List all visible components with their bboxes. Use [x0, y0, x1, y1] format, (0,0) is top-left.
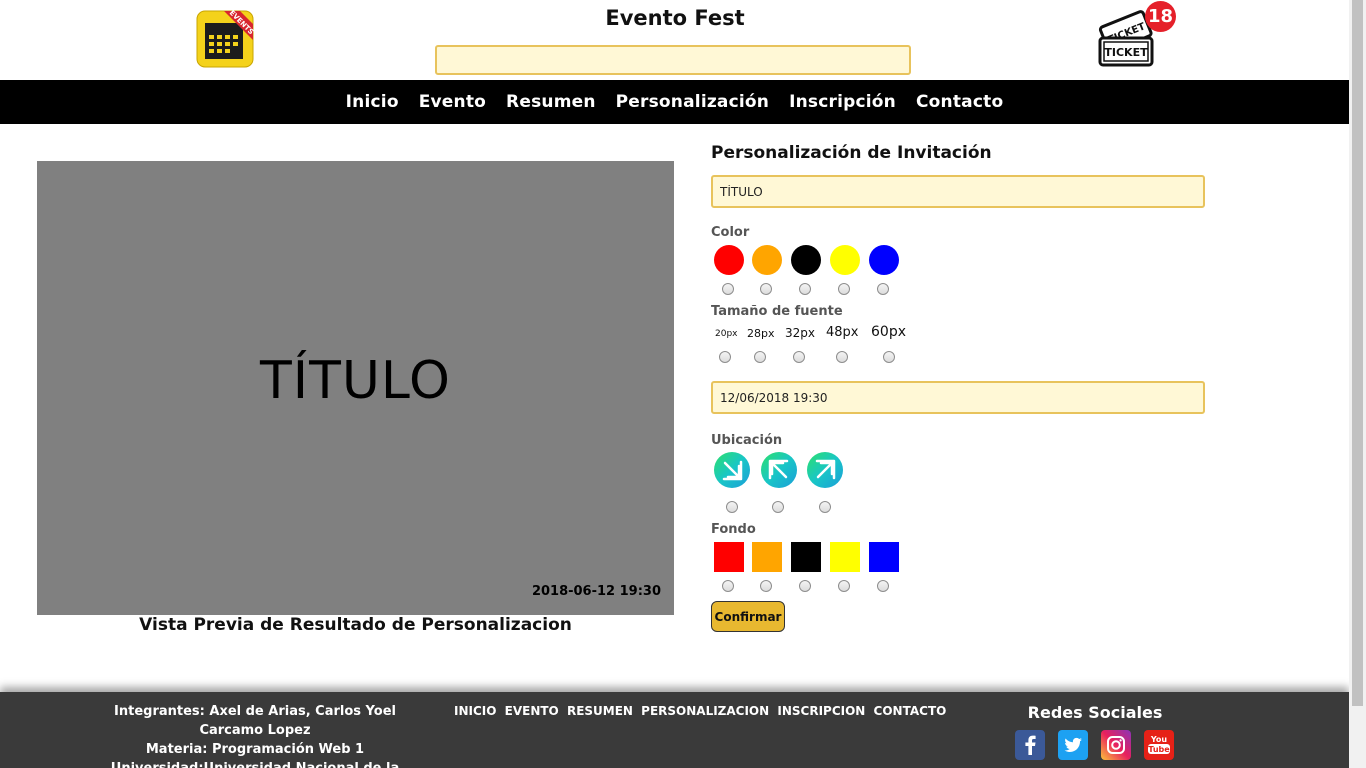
footer-link-personalizacion[interactable]: PERSONALIZACION [641, 704, 769, 718]
font-size-radio-20[interactable] [719, 351, 731, 363]
facebook-icon[interactable] [1015, 730, 1045, 760]
font-size-option-32: 32px [785, 326, 815, 340]
color-radio-blue[interactable] [877, 283, 889, 295]
background-radio-yellow[interactable] [838, 580, 850, 592]
location-radio-bottom-right[interactable] [726, 501, 738, 513]
nav-evento[interactable]: Evento [419, 92, 486, 112]
footer-university: Universidad:Universidad Nacional de la M… [84, 759, 426, 768]
twitter-icon[interactable] [1058, 730, 1088, 760]
preview-title: TÍTULO [260, 351, 451, 411]
background-radio-red[interactable] [722, 580, 734, 592]
invitation-preview: TÍTULO 2018-06-12 19:30 [37, 161, 674, 615]
font-size-radio-60[interactable] [883, 351, 895, 363]
location-radio-top-right[interactable] [819, 501, 831, 513]
footer-link-evento[interactable]: EVENTO [505, 704, 559, 718]
background-radio-black[interactable] [799, 580, 811, 592]
page: EVENTS Evento Fest TICKET TICKET 18 Inic… [0, 0, 1349, 768]
footer-members: Integrantes: Axel de Arias, Carlos Yoel … [114, 704, 396, 738]
arrow-down-right-icon [714, 452, 750, 488]
footer-link-inicio[interactable]: INICIO [454, 704, 496, 718]
footer-subject: Materia: Programación Web 1 [145, 742, 365, 757]
background-swatch-yellow [830, 542, 860, 572]
arrow-up-left-icon [761, 452, 797, 488]
title-input[interactable] [711, 175, 1205, 208]
color-swatch-orange [752, 245, 782, 275]
search-input[interactable] [435, 45, 911, 75]
nav-inscripcion[interactable]: Inscripción [789, 92, 896, 112]
nav-personalizacion[interactable]: Personalización [616, 92, 769, 112]
confirm-button[interactable]: Confirmar [711, 601, 785, 632]
background-swatch-blue [869, 542, 899, 572]
location-label: Ubicación [711, 433, 783, 448]
color-radio-red[interactable] [722, 283, 734, 295]
font-size-label: Tamaño de fuente [711, 304, 843, 319]
nav-inicio[interactable]: Inicio [346, 92, 399, 112]
background-label: Fondo [711, 522, 756, 537]
color-radio-yellow[interactable] [838, 283, 850, 295]
footer-link-contacto[interactable]: CONTACTO [874, 704, 947, 718]
font-size-radio-28[interactable] [754, 351, 766, 363]
social-title: Redes Sociales [1027, 703, 1163, 722]
footer-info: Integrantes: Axel de Arias, Carlos Yoel … [84, 702, 426, 768]
footer-link-inscripcion[interactable]: INSCRIPCION [777, 704, 865, 718]
color-swatch-red [714, 245, 744, 275]
ticket-text-bottom: TICKET [1104, 46, 1148, 59]
location-radio-top-left[interactable] [772, 501, 784, 513]
color-radio-black[interactable] [799, 283, 811, 295]
preview-caption: Vista Previa de Resultado de Personaliza… [139, 615, 572, 635]
color-swatch-yellow [830, 245, 860, 275]
font-size-option-20: 20px [715, 329, 738, 339]
youtube-icon[interactable]: You Tube [1144, 730, 1174, 760]
footer-link-resumen[interactable]: RESUMEN [567, 704, 633, 718]
ticket-count-badge: 18 [1145, 1, 1176, 32]
instagram-icon[interactable] [1101, 730, 1131, 760]
font-size-radio-48[interactable] [836, 351, 848, 363]
font-size-option-28: 28px [747, 327, 775, 340]
datetime-input[interactable] [711, 381, 1205, 414]
preview-date: 2018-06-12 19:30 [531, 584, 661, 599]
form-heading: Personalización de Invitación [711, 143, 992, 163]
nav-contacto[interactable]: Contacto [916, 92, 1003, 112]
footer: Integrantes: Axel de Arias, Carlos Yoel … [0, 692, 1349, 768]
events-calendar-logo[interactable]: EVENTS [196, 10, 254, 68]
scrollbar-thumb[interactable] [1352, 0, 1363, 706]
color-label: Color [711, 225, 750, 240]
background-swatch-red [714, 542, 744, 572]
color-radio-orange[interactable] [760, 283, 772, 295]
background-swatch-orange [752, 542, 782, 572]
color-swatch-blue [869, 245, 899, 275]
background-radio-blue[interactable] [877, 580, 889, 592]
nav-resumen[interactable]: Resumen [506, 92, 596, 112]
arrow-up-right-icon [807, 452, 843, 488]
color-swatch-black [791, 245, 821, 275]
footer-links: INICIO EVENTO RESUMEN PERSONALIZACION IN… [454, 704, 950, 718]
site-title: Evento Fest [605, 6, 745, 30]
youtube-text-bottom: Tube [1148, 745, 1170, 754]
main-nav: Inicio Evento Resumen Personalización In… [0, 80, 1349, 124]
background-radio-orange[interactable] [760, 580, 772, 592]
background-swatch-black [791, 542, 821, 572]
font-size-option-48: 48px [826, 325, 859, 340]
youtube-text-top: You [1150, 735, 1168, 744]
font-size-option-60: 60px [871, 324, 906, 340]
font-size-radio-32[interactable] [793, 351, 805, 363]
